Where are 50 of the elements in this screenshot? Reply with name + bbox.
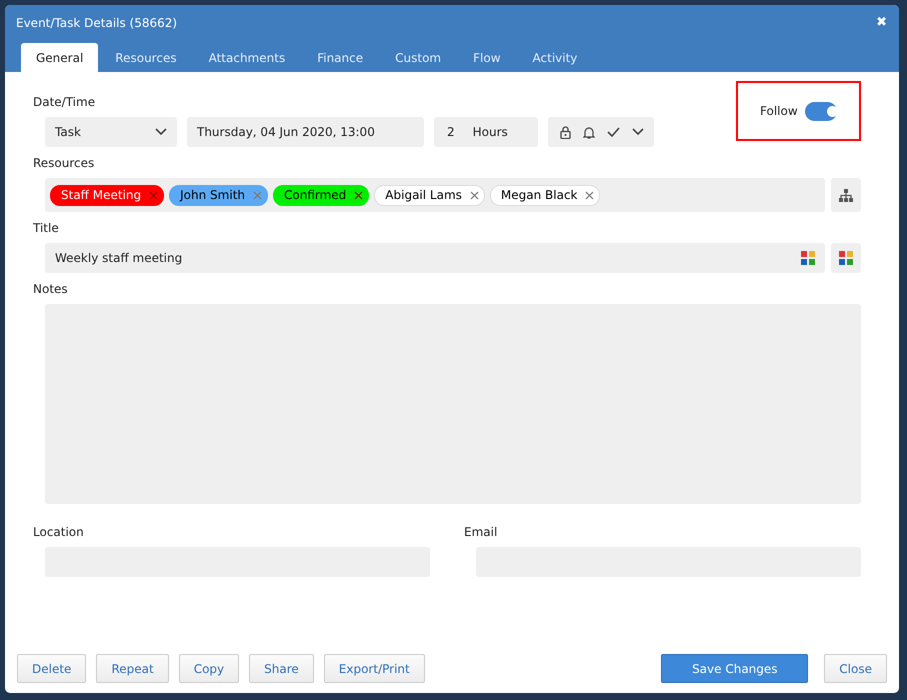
lock-icon[interactable]: [560, 126, 571, 138]
remove-icon[interactable]: [585, 190, 594, 200]
color-button[interactable]: [831, 243, 861, 273]
action-button[interactable]: Repeat: [96, 654, 169, 683]
duration-unit: Hours: [472, 125, 508, 139]
duration-field[interactable]: 2 Hours: [434, 117, 538, 147]
chevron-down-icon[interactable]: [632, 128, 644, 136]
resource-tag[interactable]: Confirmed: [273, 184, 370, 206]
duration-value: 2: [447, 125, 455, 139]
remove-icon[interactable]: [354, 190, 364, 200]
tab[interactable]: Resources: [100, 43, 192, 72]
tab[interactable]: Attachments: [194, 43, 300, 72]
field-label: Date/Time: [33, 95, 96, 109]
hierarchy-button[interactable]: [831, 178, 861, 212]
field-label: Resources: [33, 156, 96, 170]
title-value: Weekly staff meeting: [55, 251, 182, 265]
hierarchy-icon: [839, 188, 853, 202]
field-label: Title: [33, 221, 60, 235]
window-title: Event/Task Details (58662): [16, 16, 178, 30]
tab[interactable]: Finance: [302, 43, 378, 72]
title-field[interactable]: Weekly staff meeting: [45, 243, 825, 273]
checkmark-icon[interactable]: [607, 127, 620, 137]
resource-tag[interactable]: Staff Meeting: [50, 184, 164, 206]
resource-tag[interactable]: John Smith: [169, 184, 268, 206]
resource-tag[interactable]: Abigail Lams: [374, 184, 485, 206]
field-label: Email: [464, 525, 498, 539]
field-label: Location: [33, 525, 85, 539]
bell-icon[interactable]: [583, 126, 595, 138]
tab[interactable]: Flow: [458, 43, 516, 72]
save-button[interactable]: Save Changes: [661, 654, 808, 683]
resources-field[interactable]: Staff Meeting John Smith Confirmed Abigail Lams Megan Black: [45, 178, 825, 212]
tab[interactable]: Custom: [380, 43, 456, 72]
resource-tag[interactable]: Megan Black: [490, 184, 600, 206]
action-button[interactable]: Export/Print: [324, 654, 425, 683]
field-label: Notes: [33, 282, 69, 296]
color-grid-icon: [839, 251, 853, 265]
color-grid-icon[interactable]: [801, 251, 815, 265]
date-field[interactable]: Thursday, 04 Jun 2020, 13:00: [187, 117, 424, 147]
close-button[interactable]: ✖: [876, 15, 887, 30]
action-button[interactable]: Delete: [17, 654, 86, 683]
action-button[interactable]: Share: [249, 654, 314, 683]
follow-label: Follow: [760, 104, 798, 118]
action-button[interactable]: Copy: [178, 654, 240, 683]
close-button[interactable]: Close: [824, 654, 887, 683]
follow-toggle[interactable]: [804, 102, 837, 120]
tab[interactable]: General: [21, 43, 98, 72]
remove-icon[interactable]: [470, 190, 479, 200]
type-dropdown[interactable]: Task: [45, 117, 177, 147]
chevron-down-icon: [155, 128, 167, 136]
tab[interactable]: Activity: [518, 43, 592, 72]
